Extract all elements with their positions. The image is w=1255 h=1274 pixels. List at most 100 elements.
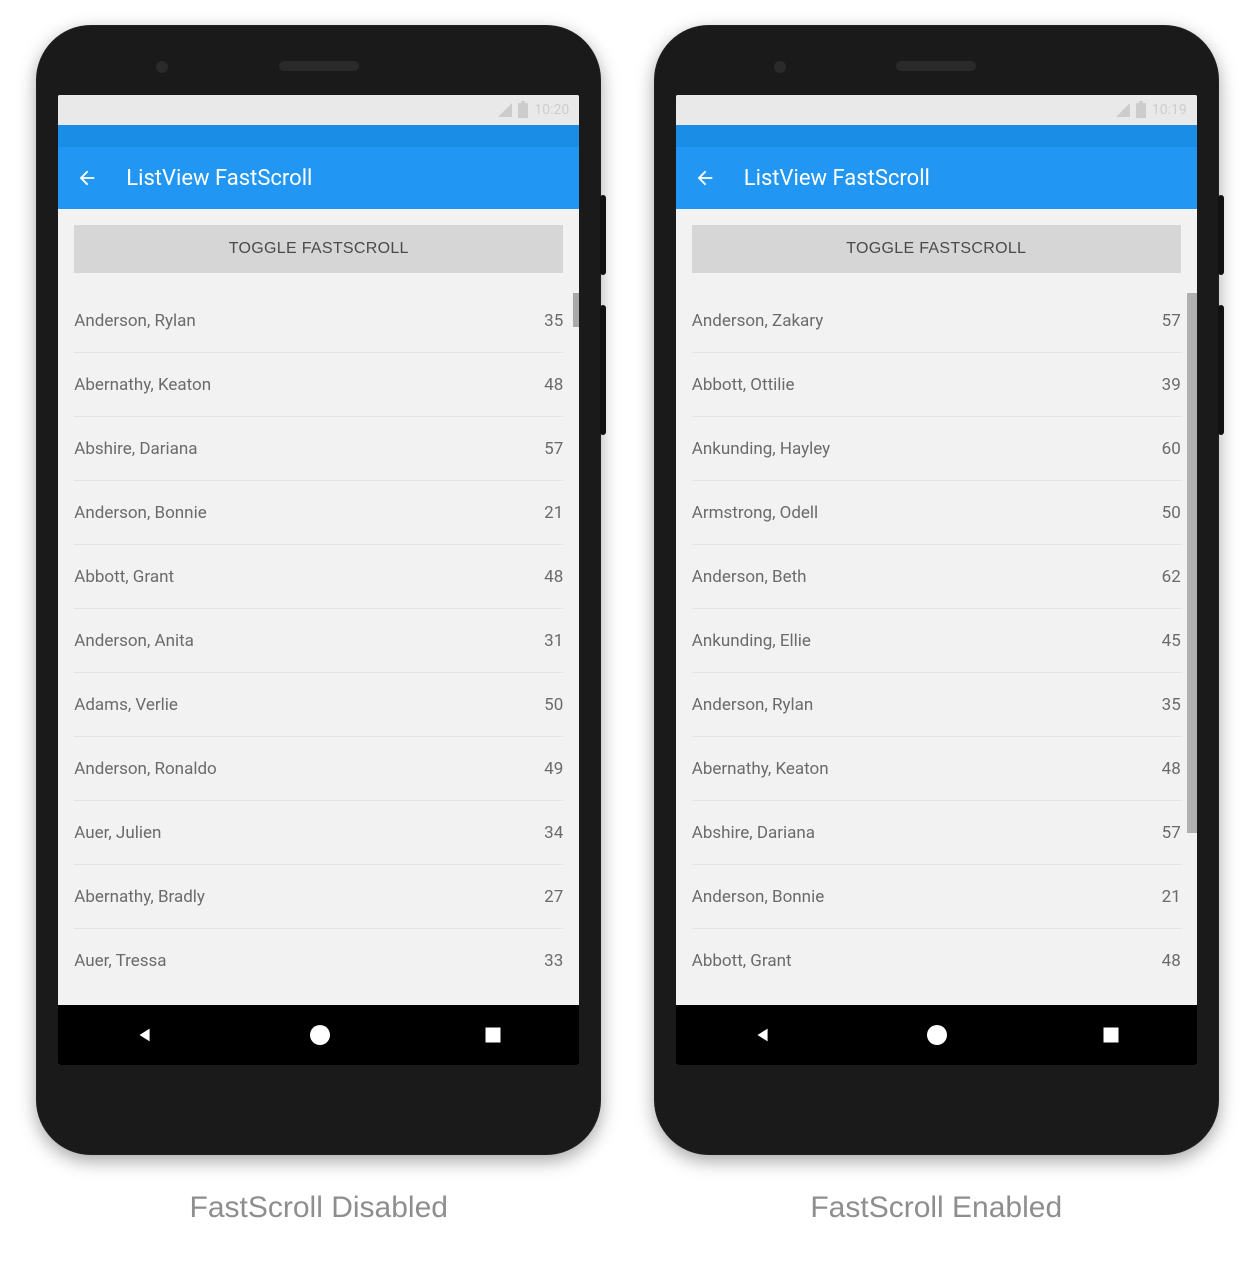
list-item[interactable]: Anderson, Bonnie 21 xyxy=(692,865,1181,929)
list-item[interactable]: Abshire, Dariana 57 xyxy=(692,801,1181,865)
list-item-name: Anderson, Rylan xyxy=(74,311,196,331)
nav-recents-icon[interactable] xyxy=(483,1025,503,1045)
screen: 10:19 ListView FastScroll TOGGLE FASTSCR… xyxy=(676,95,1197,1065)
list-item-value: 21 xyxy=(544,503,563,523)
toggle-container: TOGGLE FASTSCROLL xyxy=(676,209,1197,289)
list-item-value: 50 xyxy=(1162,503,1181,523)
list-item-name: Abshire, Dariana xyxy=(74,439,197,459)
list-item-name: Ankunding, Ellie xyxy=(692,631,811,651)
list-item[interactable]: Auer, Julien34 xyxy=(74,801,563,865)
phone-frame: 10:19 ListView FastScroll TOGGLE FASTSCR… xyxy=(654,25,1219,1155)
list-item-name: Anderson, Ronaldo xyxy=(74,759,216,779)
list-item-name: Auer, Julien xyxy=(74,823,161,843)
power-button-decor xyxy=(600,195,606,275)
list-item-name: Armstrong, Odell xyxy=(692,503,818,523)
list-item-value: 48 xyxy=(544,375,563,395)
list-item[interactable]: Anderson, Rylan 35 xyxy=(692,673,1181,737)
front-camera xyxy=(774,61,786,73)
signal-icon xyxy=(1116,103,1130,117)
list-item-name: Anderson, Bonnie xyxy=(692,887,824,907)
list-item[interactable]: Abbott, Grant 48 xyxy=(692,929,1181,993)
list-item[interactable]: Abbott, Grant 48 xyxy=(74,545,563,609)
list-item[interactable]: Abshire, Dariana57 xyxy=(74,417,563,481)
toggle-fastscroll-button[interactable]: TOGGLE FASTSCROLL xyxy=(74,225,563,273)
list-item-value: 35 xyxy=(1162,695,1181,715)
list-item-value: 57 xyxy=(1162,823,1181,843)
list-item-name: Abbott, Grant xyxy=(74,567,174,587)
nav-recents-icon[interactable] xyxy=(1101,1025,1121,1045)
list-item[interactable]: Ankunding, Hayley 60 xyxy=(692,417,1181,481)
list-item-value: 21 xyxy=(1162,887,1181,907)
list-item[interactable]: Auer, Tressa 33 xyxy=(74,929,563,993)
nav-home-icon[interactable] xyxy=(925,1023,949,1047)
toggle-container: TOGGLE FASTSCROLL xyxy=(58,209,579,289)
list-item[interactable]: Anderson, Bonnie 21 xyxy=(74,481,563,545)
action-bar: ListView FastScroll xyxy=(58,147,579,209)
status-time: 10:20 xyxy=(534,102,569,118)
actionbar-shadow xyxy=(676,125,1197,147)
list-item-value: 39 xyxy=(1162,375,1181,395)
phone-frame: 10:20 ListView FastScroll TOGGLE FASTSCR… xyxy=(36,25,601,1155)
list-item-name: Anderson, Anita xyxy=(74,631,194,651)
list-item[interactable]: Anderson, Anita31 xyxy=(74,609,563,673)
list-item[interactable]: Anderson, Ronaldo 49 xyxy=(74,737,563,801)
list-item-value: 48 xyxy=(1162,951,1181,971)
app-title: ListView FastScroll xyxy=(126,166,312,191)
front-camera xyxy=(156,61,168,73)
list-item-name: Auer, Tressa xyxy=(74,951,166,971)
list-item-name: Abbott, Grant xyxy=(692,951,792,971)
device-right: 10:19 ListView FastScroll TOGGLE FASTSCR… xyxy=(654,25,1219,1225)
list-item-name: Adams, Verlie xyxy=(74,695,178,715)
list-item-value: 50 xyxy=(544,695,563,715)
list-view[interactable]: Anderson, Rylan35 Abernathy, Keaton48 Ab… xyxy=(58,289,579,1005)
content-area: TOGGLE FASTSCROLL Anderson, Rylan35 Aber… xyxy=(58,209,579,1005)
list-item-value: 48 xyxy=(544,567,563,587)
status-time: 10:19 xyxy=(1152,102,1187,118)
caption-right: FastScroll Enabled xyxy=(810,1191,1062,1225)
list-item[interactable]: Adams, Verlie 50 xyxy=(74,673,563,737)
fastscroll-thumb[interactable] xyxy=(1187,293,1197,833)
caption-left: FastScroll Disabled xyxy=(190,1191,448,1225)
list-item[interactable]: Anderson, Rylan35 xyxy=(74,289,563,353)
list-item[interactable]: Armstrong, Odell 50 xyxy=(692,481,1181,545)
list-item-name: Abshire, Dariana xyxy=(692,823,815,843)
list-view[interactable]: Anderson, Zakary57 Abbott, Ottilie39 Ank… xyxy=(676,289,1197,1005)
speaker-grill xyxy=(279,61,359,71)
list-item-value: 62 xyxy=(1162,567,1181,587)
list-item-value: 48 xyxy=(1162,759,1181,779)
nav-back-icon[interactable] xyxy=(134,1024,156,1046)
list-item[interactable]: Abernathy, Keaton48 xyxy=(74,353,563,417)
power-button-decor xyxy=(1218,195,1224,275)
list-item[interactable]: Abernathy, Keaton 48 xyxy=(692,737,1181,801)
nav-back-icon[interactable] xyxy=(752,1024,774,1046)
signal-icon xyxy=(498,103,512,117)
list-item[interactable]: Anderson, Beth62 xyxy=(692,545,1181,609)
list-item-name: Abernathy, Keaton xyxy=(692,759,829,779)
list-item-name: Abernathy, Bradly xyxy=(74,887,205,907)
nav-bar xyxy=(676,1005,1197,1065)
nav-home-icon[interactable] xyxy=(308,1023,332,1047)
volume-button-decor xyxy=(600,305,606,435)
status-bar: 10:20 xyxy=(58,95,579,125)
list-item[interactable]: Ankunding, Ellie 45 xyxy=(692,609,1181,673)
list-item-name: Anderson, Zakary xyxy=(692,311,824,331)
battery-icon xyxy=(1136,103,1146,118)
action-bar: ListView FastScroll xyxy=(676,147,1197,209)
back-arrow-icon[interactable] xyxy=(76,167,98,189)
content-area: TOGGLE FASTSCROLL Anderson, Zakary57 Abb… xyxy=(676,209,1197,1005)
list-item[interactable]: Abbott, Ottilie39 xyxy=(692,353,1181,417)
back-arrow-icon[interactable] xyxy=(694,167,716,189)
list-item-value: 49 xyxy=(544,759,563,779)
list-item-value: 60 xyxy=(1162,439,1181,459)
list-item-value: 45 xyxy=(1162,631,1181,651)
list-item-name: Anderson, Rylan xyxy=(692,695,814,715)
volume-button-decor xyxy=(1218,305,1224,435)
toggle-fastscroll-button[interactable]: TOGGLE FASTSCROLL xyxy=(692,225,1181,273)
list-item[interactable]: Anderson, Zakary57 xyxy=(692,289,1181,353)
scrollbar-thumb[interactable] xyxy=(573,293,579,327)
list-item-value: 33 xyxy=(544,951,563,971)
list-item-name: Ankunding, Hayley xyxy=(692,439,830,459)
actionbar-shadow xyxy=(58,125,579,147)
list-item-name: Anderson, Bonnie xyxy=(74,503,206,523)
list-item[interactable]: Abernathy, Bradly27 xyxy=(74,865,563,929)
